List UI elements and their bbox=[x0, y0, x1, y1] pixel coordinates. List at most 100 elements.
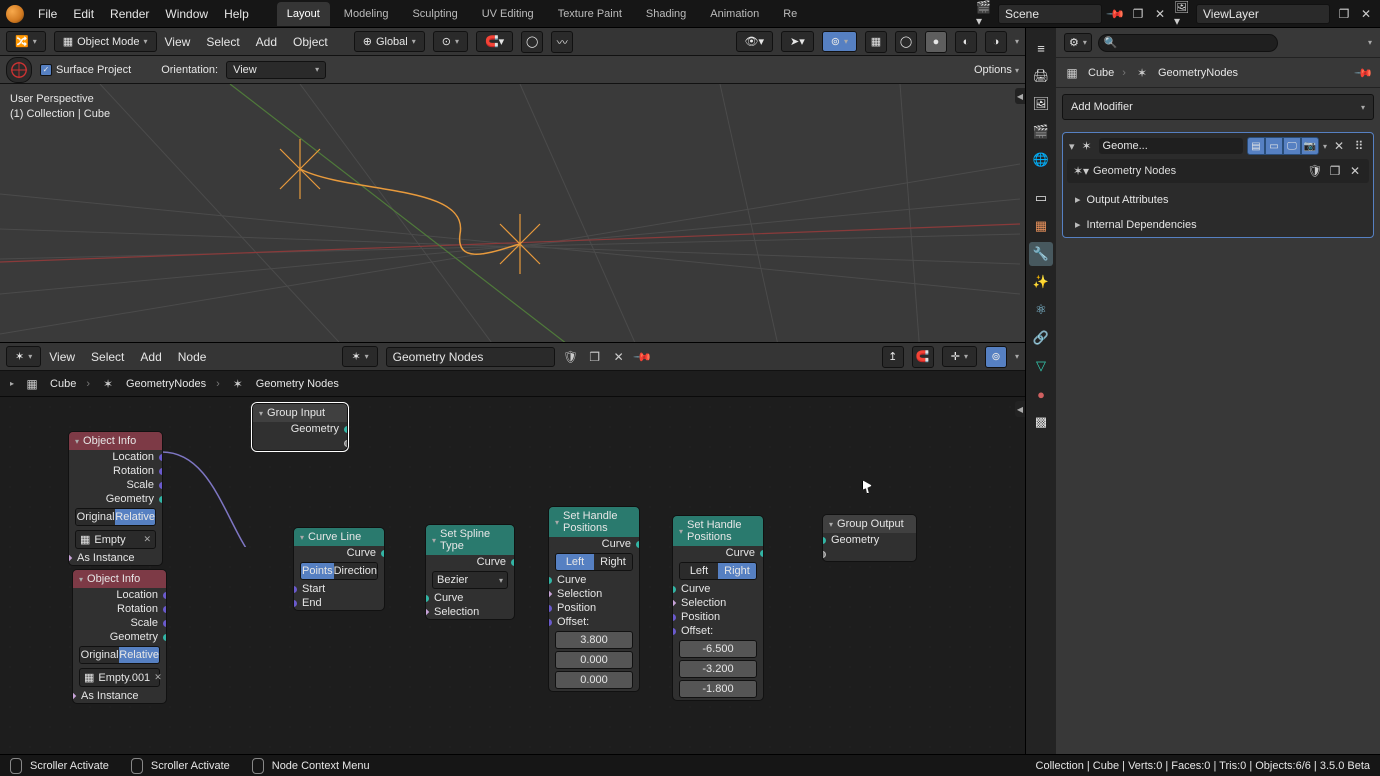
modifier-panel[interactable]: ▾ ✶ Geome... ▤ ▭ 🖵 📷 ▾ ✕ ⠿ bbox=[1062, 132, 1374, 238]
mode-dropdown[interactable]: ▦ Object Mode ▾ bbox=[54, 31, 157, 52]
add-modifier-dropdown[interactable]: Add Modifier▾ bbox=[1062, 94, 1374, 120]
tab-layout[interactable]: Layout bbox=[277, 2, 330, 26]
gizmo-dropdown[interactable]: ➤▾ bbox=[781, 31, 814, 52]
mod-output-attrs[interactable]: ▸Output Attributes bbox=[1063, 187, 1373, 212]
mod-tree-unlink-icon[interactable]: ✕ bbox=[1347, 163, 1363, 179]
ptab-scene-icon[interactable]: 🎬 bbox=[1029, 120, 1053, 144]
mod-realtime-icon[interactable]: ▭ bbox=[1265, 137, 1283, 155]
node-object-info-1[interactable]: ▾Object Info Location Rotation Scale Geo… bbox=[68, 431, 163, 566]
spline-type-dropdown[interactable]: Bezier▾ bbox=[432, 571, 508, 589]
menu-help[interactable]: Help bbox=[224, 7, 249, 21]
node-canvas[interactable]: ◀ ▾Group Input Geometry bbox=[0, 397, 1025, 754]
obj1-object-field[interactable]: ▦Empty✕ bbox=[75, 530, 156, 549]
viewlayer-del-icon[interactable]: ✕ bbox=[1358, 6, 1374, 22]
mod-tree-browse-icon[interactable]: ✶▾ bbox=[1073, 163, 1089, 179]
tab-anim[interactable]: Animation bbox=[700, 2, 769, 26]
scene-field[interactable] bbox=[998, 4, 1102, 24]
prop-pin-icon[interactable]: 📌 bbox=[1353, 61, 1376, 84]
node-group-input[interactable]: ▾Group Input Geometry bbox=[252, 403, 348, 451]
viewlayer-field[interactable] bbox=[1196, 4, 1330, 24]
node-curve-line[interactable]: ▾Curve Line Curve PointsDirection Start … bbox=[293, 527, 385, 611]
handle1-v2[interactable]: 0.000 bbox=[555, 671, 633, 689]
menu-edit[interactable]: Edit bbox=[73, 7, 94, 21]
vp-object[interactable]: Object bbox=[293, 35, 328, 49]
pin-icon[interactable]: 📌 bbox=[1105, 2, 1128, 25]
scene-copy-icon[interactable]: ❐ bbox=[1130, 6, 1146, 22]
propedit-icon[interactable]: ◯ bbox=[521, 31, 543, 53]
prop-opts-icon[interactable]: ⚙▾ bbox=[1064, 33, 1092, 52]
ne-tree-input[interactable] bbox=[393, 350, 548, 364]
ptab-object-icon[interactable]: ▦ bbox=[1029, 214, 1053, 238]
ptab-physics-icon[interactable]: ⚛ bbox=[1029, 298, 1053, 322]
vp-view[interactable]: View bbox=[165, 35, 191, 49]
orientation-dropdown[interactable]: View▾ bbox=[226, 61, 326, 79]
surface-project-check[interactable]: ✓Surface Project bbox=[40, 64, 131, 76]
bc-expand[interactable]: ▸ bbox=[10, 379, 14, 388]
menu-render[interactable]: Render bbox=[110, 7, 149, 21]
propedit-curve-icon[interactable]: 〰 bbox=[551, 31, 573, 53]
ne-select[interactable]: Select bbox=[91, 350, 124, 364]
tab-sculpting[interactable]: Sculpting bbox=[402, 2, 467, 26]
menu-window[interactable]: Window bbox=[165, 7, 208, 21]
mod-extra-icon[interactable]: ▾ bbox=[1323, 142, 1327, 151]
ptab-render-icon[interactable]: ≡ bbox=[1029, 36, 1053, 60]
mod-remove-icon[interactable]: ✕ bbox=[1331, 138, 1347, 154]
ne-add[interactable]: Add bbox=[140, 350, 161, 364]
obj2-object-field[interactable]: ▦Empty.001✕ bbox=[79, 668, 160, 687]
shading-opts-icon[interactable]: ▾ bbox=[1015, 37, 1019, 46]
scene-browse-icon[interactable]: 🎬▾ bbox=[976, 6, 992, 22]
node-set-handle-1[interactable]: ▾Set Handle Positions Curve LeftRight Cu… bbox=[548, 506, 640, 692]
ne-copy-icon[interactable]: ❐ bbox=[587, 349, 603, 365]
options-dropdown[interactable]: Options ▾ bbox=[974, 64, 1019, 76]
handle2-v2[interactable]: -1.800 bbox=[679, 680, 757, 698]
pcrumb-obj[interactable]: Cube bbox=[1088, 67, 1114, 79]
ptab-viewlayer-icon[interactable]: 🖼 bbox=[1029, 92, 1053, 116]
editor-type-dropdown[interactable]: 🔀▾ bbox=[6, 31, 46, 52]
orient-dropdown[interactable]: ⊕ Global ▾ bbox=[354, 31, 425, 52]
node-object-info-2[interactable]: ▾Object Info Location Rotation Scale Geo… bbox=[72, 569, 167, 704]
ptab-modifier-icon[interactable]: 🔧 bbox=[1029, 242, 1053, 266]
ptab-data-icon[interactable]: ▽ bbox=[1029, 354, 1053, 378]
annotate-tool-icon[interactable] bbox=[6, 57, 32, 83]
shading-render-icon[interactable]: ◑ bbox=[985, 31, 1007, 53]
vp-add[interactable]: Add bbox=[256, 35, 277, 49]
mod-tree-input[interactable] bbox=[1093, 165, 1303, 177]
ne-parent-icon[interactable]: ↥ bbox=[882, 346, 904, 368]
sidebar-toggle-icon[interactable]: ◀ bbox=[1015, 88, 1025, 104]
ne-overlay-opts[interactable]: ▾ bbox=[1015, 352, 1019, 361]
pcrumb-grp[interactable]: GeometryNodes bbox=[1158, 67, 1238, 79]
ne-snap-icon[interactable]: 🧲 bbox=[912, 346, 934, 368]
handle2-v1[interactable]: -3.200 bbox=[679, 660, 757, 678]
snap-toggle[interactable]: 🧲▾ bbox=[476, 31, 513, 52]
tab-modeling[interactable]: Modeling bbox=[334, 2, 399, 26]
ne-tree-field[interactable] bbox=[386, 347, 555, 367]
visibility-dropdown[interactable]: 👁▾ bbox=[736, 31, 774, 52]
ne-sidebar-toggle[interactable]: ◀ bbox=[1015, 401, 1025, 417]
menu-file[interactable]: File bbox=[38, 7, 57, 21]
shading-matprev-icon[interactable]: ◐ bbox=[955, 31, 977, 53]
mod-editmode-icon[interactable]: ▤ bbox=[1247, 137, 1265, 155]
tab-texpaint[interactable]: Texture Paint bbox=[548, 2, 632, 26]
bc-obj[interactable]: Cube bbox=[50, 378, 76, 390]
ne-view[interactable]: View bbox=[49, 350, 75, 364]
mod-render-icon[interactable]: 📷 bbox=[1301, 137, 1319, 155]
xray-toggle[interactable]: ▦ bbox=[865, 31, 887, 53]
handle1-v1[interactable]: 0.000 bbox=[555, 651, 633, 669]
pivot-dropdown[interactable]: ⊙▾ bbox=[433, 31, 468, 52]
ne-pin-icon[interactable]: 📌 bbox=[631, 345, 654, 368]
prop-search-input[interactable] bbox=[1098, 34, 1278, 52]
viewlayer-copy-icon[interactable]: ❐ bbox=[1336, 6, 1352, 22]
node-group-output[interactable]: ▾Group Output Geometry bbox=[822, 514, 917, 562]
ptab-material-icon[interactable]: ● bbox=[1029, 382, 1053, 406]
ptab-constraints-icon[interactable]: 🔗 bbox=[1029, 326, 1053, 350]
shading-wire-icon[interactable]: ◯ bbox=[895, 31, 917, 53]
scene-del-icon[interactable]: ✕ bbox=[1152, 6, 1168, 22]
ptab-particles-icon[interactable]: ✨ bbox=[1029, 270, 1053, 294]
viewlayer-input[interactable] bbox=[1203, 7, 1323, 21]
ne-tree-browse[interactable]: ✶▾ bbox=[342, 346, 377, 367]
overlay-toggle[interactable]: ⊚ ▾ bbox=[822, 31, 857, 52]
tab-shading[interactable]: Shading bbox=[636, 2, 696, 26]
ne-snap-opt[interactable]: ✛▾ bbox=[942, 346, 977, 367]
bc-mod[interactable]: GeometryNodes bbox=[126, 378, 206, 390]
ne-unlink-icon[interactable]: ✕ bbox=[611, 349, 627, 365]
